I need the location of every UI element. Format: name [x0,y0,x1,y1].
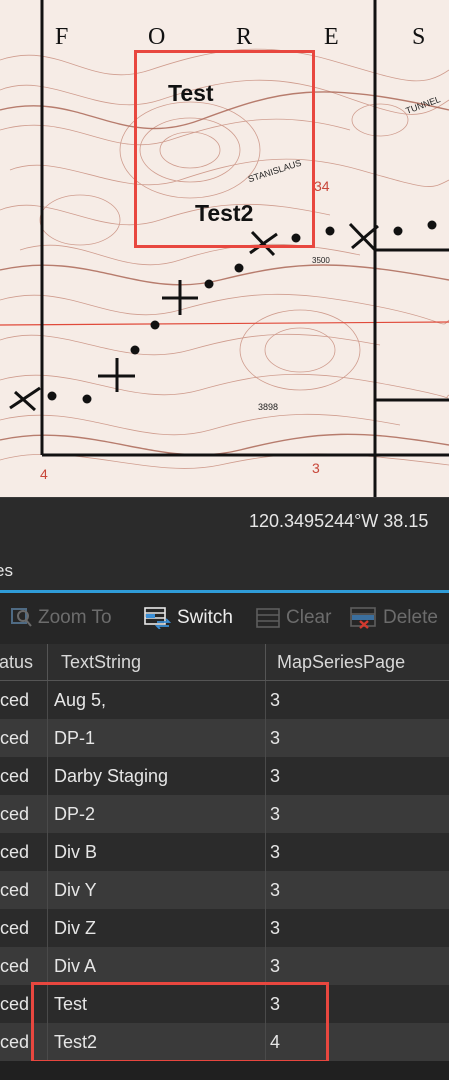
switch-button[interactable]: Switch [143,605,233,631]
textstring-cell: Div Z [54,918,96,938]
mapseriespage-cell: 4 [270,1032,281,1052]
map-grid-letter: S [412,24,427,50]
clear-button[interactable]: Clear [254,605,331,631]
status-cell: ced [0,728,30,748]
table-row[interactable]: ced Aug 5, 3 [0,681,449,719]
table-row[interactable]: ced Div Y 3 [0,871,449,909]
zoom-to-label: Zoom To [38,607,112,628]
map-annotation-test[interactable]: Test [168,80,214,107]
status-cell: ced [0,766,30,786]
column-header-status[interactable]: atus [0,652,33,673]
mapseriespage-cell: 3 [270,804,281,824]
map-section-number: 3 [312,460,320,476]
attribute-pane-tab[interactable]: es [0,548,449,593]
mapseriespage-cell: 3 [270,994,281,1014]
delete-button[interactable]: Delete [349,605,438,631]
textstring-cell: Darby Staging [54,766,169,786]
status-cell: ced [0,804,30,824]
textstring-cell: DP-2 [54,804,96,824]
table-row[interactable]: ced Test 3 [0,985,449,1023]
column-header-textstring[interactable]: TextString [61,652,141,673]
topographic-map-graphic [0,0,449,497]
map-section-number: 34 [314,178,330,194]
textstring-cell: Aug 5, [54,690,107,710]
map-elevation-label: 3898 [258,402,279,412]
table-row[interactable]: ced DP-1 3 [0,719,449,757]
map-section-number: 4 [40,466,48,482]
table-row[interactable]: ced Test2 4 [0,1023,449,1061]
map-status-bar: 120.3495244°W 38.15 [0,497,449,549]
switch-icon [144,607,171,629]
status-cell: ced [0,994,30,1014]
textstring-cell: Div A [54,956,97,976]
textstring-cell: Test [54,994,88,1014]
status-cell: ced [0,880,30,900]
clear-icon [256,608,280,628]
textstring-cell: Test2 [54,1032,98,1052]
table-row[interactable]: ced Div Z 3 [0,909,449,947]
pane-footer [0,1061,449,1080]
textstring-cell: Div Y [54,880,97,900]
column-divider[interactable] [47,644,48,680]
status-cell: ced [0,956,30,976]
status-cell: ced [0,1032,30,1052]
table-row[interactable]: ced DP-2 3 [0,795,449,833]
map-grid-letter: O [148,24,167,50]
status-cell: ced [0,690,30,710]
mapseriespage-cell: 3 [270,690,281,710]
table-row[interactable]: ced Div A 3 [0,947,449,985]
delete-label: Delete [383,607,438,628]
delete-icon [350,607,376,629]
table-row[interactable]: ced Darby Staging 3 [0,757,449,795]
mapseriespage-cell: 3 [270,918,281,938]
mapseriespage-cell: 3 [270,956,281,976]
status-cell: ced [0,918,30,938]
map-grid-letter: E [324,24,340,50]
attribute-table-body: ced Aug 5, 3 ced DP-1 3 ced Darby Stagin… [0,681,449,1061]
table-toolbar: Zoom To Switch Clear Delete [0,593,449,644]
mapseriespage-cell: 3 [270,842,281,862]
textstring-cell: DP-1 [54,728,96,748]
map-annotation-test2[interactable]: Test2 [195,200,253,227]
column-header-mapseriespage[interactable]: MapSeriesPage [277,652,405,673]
clear-label: Clear [286,607,332,628]
zoom-to-icon [11,608,32,627]
map-grid-letter: F [55,24,70,50]
map-view[interactable]: F O R E S STANISLAUS TUNNEL 3500 3898 34… [0,0,449,497]
coordinate-readout: 120.3495244°W 38.15 [249,511,429,531]
switch-label: Switch [177,607,233,628]
column-divider[interactable] [265,644,266,680]
mapseriespage-cell: 3 [270,766,281,786]
mapseriespage-cell: 3 [270,880,281,900]
table-header: atus TextString MapSeriesPage [0,644,449,681]
status-cell: ced [0,842,30,862]
map-grid-letter: R [236,24,254,50]
map-elevation-label: 3500 [312,256,330,265]
mapseriespage-cell: 3 [270,728,281,748]
textstring-cell: Div B [54,842,98,862]
pane-tab-title: es [0,561,13,580]
table-row[interactable]: ced Div B 3 [0,833,449,871]
zoom-to-button[interactable]: Zoom To [10,605,112,631]
